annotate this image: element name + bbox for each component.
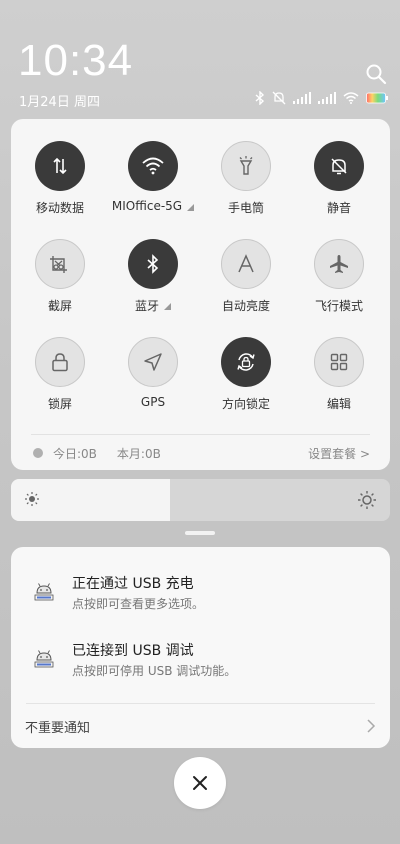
android-usb-icon: [34, 583, 54, 601]
data-usage-today: 今日:0B: [53, 446, 97, 461]
notification-usb-charging[interactable]: 正在通过 USB 充电 点按即可查看更多选项。: [11, 567, 390, 617]
expand-triangle-icon[interactable]: [187, 203, 195, 211]
data-usage-dot-icon: [33, 448, 43, 458]
brightness-slider[interactable]: [11, 479, 390, 521]
tile-wifi[interactable]: MIOffice-5G: [108, 141, 198, 231]
tile-auto-brightness[interactable]: 自动亮度: [201, 239, 291, 329]
notification-panel: 正在通过 USB 充电 点按即可查看更多选项。 已连接到 USB 调试 点按即可…: [11, 547, 390, 748]
tile-screenshot-circle[interactable]: [35, 239, 85, 289]
notification-body: 点按即可查看更多选项。: [72, 597, 205, 611]
status-icons: [255, 90, 388, 106]
unimportant-notifications-label: 不重要通知: [25, 720, 91, 736]
tile-edit-label: 编辑: [326, 397, 351, 411]
tile-rotation-lock-label: 方向锁定: [221, 397, 270, 411]
drag-handle[interactable]: [185, 531, 215, 535]
tile-silent-circle[interactable]: [314, 141, 364, 191]
chevron-right-icon: [367, 719, 376, 733]
tile-gps[interactable]: GPS: [108, 337, 198, 427]
tile-lock-screen-circle[interactable]: [35, 337, 85, 387]
tile-auto-brightness-circle[interactable]: [221, 239, 271, 289]
flashlight-icon: [239, 156, 253, 175]
quick-settings-panel: 移动数据 MIOffice-5G 手电筒 静音 截屏 蓝牙 自动亮度 飞行模式 …: [11, 119, 390, 470]
data-usage-month: 本月:0B: [116, 446, 161, 461]
tile-wifi-label: MIOffice-5G: [112, 199, 195, 213]
rotation-lock-icon: [237, 353, 255, 371]
bluetooth-icon: [147, 254, 159, 274]
set-plan-link[interactable]: 设置套餐 >: [308, 445, 370, 462]
search-icon: [366, 64, 387, 85]
search-button[interactable]: [365, 63, 387, 85]
tile-screenshot[interactable]: 截屏: [15, 239, 105, 329]
tile-wifi-circle[interactable]: [128, 141, 178, 191]
wifi-icon: [142, 157, 164, 175]
tile-gps-circle[interactable]: [128, 337, 178, 387]
tile-gps-label: GPS: [140, 395, 166, 409]
tile-flashlight-label: 手电筒: [227, 201, 264, 215]
battery-icon: [366, 92, 388, 104]
lock-icon: [52, 353, 68, 372]
bluetooth-status-icon: [255, 91, 265, 105]
tile-silent-label: 静音: [326, 201, 351, 215]
tile-flashlight[interactable]: 手电筒: [201, 141, 291, 231]
clear-notifications-button[interactable]: [174, 757, 226, 809]
signal-icon-2: [318, 92, 336, 104]
data-usage-row: 今日:0B 本月:0B 设置套餐 >: [33, 445, 370, 461]
notification-title: 正在通过 USB 充电: [72, 576, 194, 592]
tile-lock-screen[interactable]: 锁屏: [15, 337, 105, 427]
data-arrows-icon: [53, 157, 67, 175]
tile-mobile-data-circle[interactable]: [35, 141, 85, 191]
tile-silent[interactable]: 静音: [294, 141, 384, 231]
wifi-status-icon: [343, 92, 359, 104]
tile-lock-screen-label: 锁屏: [47, 397, 72, 411]
tile-edit[interactable]: 编辑: [294, 337, 384, 427]
tile-bluetooth[interactable]: 蓝牙: [108, 239, 198, 329]
tile-airplane-label: 飞行模式: [314, 299, 363, 313]
brightness-low-icon: [25, 492, 39, 506]
grid-edit-icon: [330, 353, 348, 371]
tile-edit-circle[interactable]: [314, 337, 364, 387]
tile-bluetooth-circle[interactable]: [128, 239, 178, 289]
date: 1月24日 周四: [19, 95, 100, 110]
notification-usb-debugging[interactable]: 已连接到 USB 调试 点按即可停用 USB 调试功能。: [11, 634, 390, 684]
close-icon: [193, 776, 207, 790]
airplane-icon: [330, 255, 348, 273]
muted-status-icon: [272, 91, 286, 105]
bell-muted-icon: [331, 158, 347, 175]
tile-screenshot-label: 截屏: [47, 299, 72, 313]
divider: [31, 434, 370, 435]
tile-mobile-data[interactable]: 移动数据: [15, 141, 105, 231]
tile-auto-brightness-label: 自动亮度: [221, 299, 270, 313]
tile-bluetooth-label: 蓝牙: [135, 297, 171, 314]
brightness-high-icon: [358, 491, 376, 509]
tile-rotation-lock[interactable]: 方向锁定: [201, 337, 291, 427]
signal-icon: [293, 92, 311, 104]
divider: [26, 703, 375, 704]
tile-flashlight-circle[interactable]: [221, 141, 271, 191]
notification-title: 已连接到 USB 调试: [72, 643, 194, 659]
screenshot-icon: [50, 256, 67, 273]
expand-triangle-icon[interactable]: [164, 303, 171, 310]
tile-mobile-data-label: 移动数据: [35, 201, 84, 215]
tile-rotation-lock-circle[interactable]: [221, 337, 271, 387]
gps-icon: [144, 353, 162, 371]
clock: 10:34: [18, 36, 134, 85]
auto-brightness-icon: [238, 254, 254, 273]
tile-airplane-circle[interactable]: [314, 239, 364, 289]
unimportant-notifications-row[interactable]: 不重要通知: [25, 715, 376, 737]
android-usb-icon: [34, 650, 54, 668]
notification-body: 点按即可停用 USB 调试功能。: [72, 664, 237, 678]
tile-airplane[interactable]: 飞行模式: [294, 239, 384, 329]
